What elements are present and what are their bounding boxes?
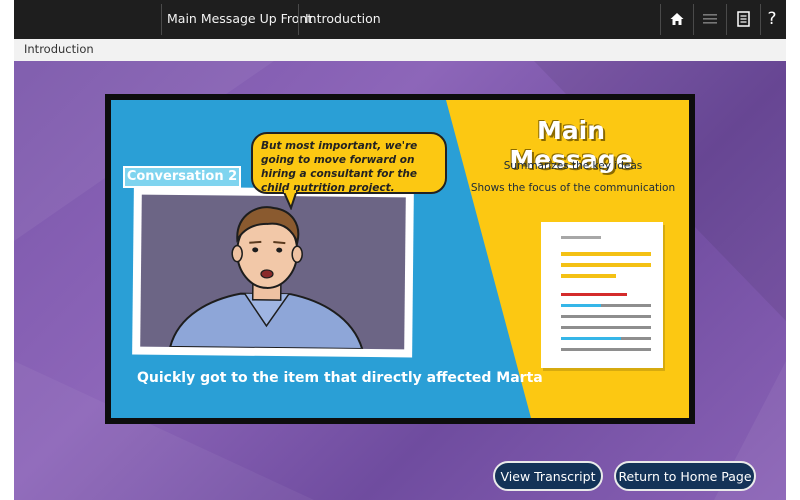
menu-button[interactable]	[696, 6, 724, 32]
main-message-point: Shows the focus of the communication	[470, 182, 676, 194]
document-illustration	[541, 222, 663, 368]
slide-frame: Main Message Summarizes the key ideas Sh…	[105, 94, 695, 424]
speech-bubble-tail	[281, 190, 299, 210]
speech-bubble: But most important, we're going to move …	[251, 132, 447, 194]
character-scene	[140, 194, 406, 350]
slide-caption: Quickly got to the item that directly af…	[137, 370, 543, 386]
page-title: Introduction	[24, 42, 94, 56]
help-icon: ?	[767, 9, 777, 29]
divider	[693, 4, 694, 35]
help-button[interactable]: ?	[758, 6, 786, 32]
divider	[660, 4, 661, 35]
document-lines	[561, 236, 651, 351]
divider	[161, 4, 162, 35]
breadcrumb-module[interactable]: Main Message Up Front	[167, 11, 312, 26]
conversation-label: Conversation 2	[123, 166, 241, 188]
page-title-bar: Introduction	[14, 39, 786, 61]
speaker-illustration	[168, 206, 364, 350]
home-button[interactable]	[663, 6, 691, 32]
breadcrumb-section[interactable]: Introduction	[305, 11, 381, 26]
divider	[726, 4, 727, 35]
divider	[298, 4, 299, 35]
menu-icon	[703, 14, 717, 24]
video-frame	[132, 186, 414, 358]
main-message-point: Summarizes the key ideas	[503, 160, 643, 172]
return-home-button[interactable]: Return to Home Page	[614, 461, 756, 491]
notes-button[interactable]	[729, 6, 757, 32]
view-transcript-button[interactable]: View Transcript	[493, 461, 603, 491]
slide-content: Main Message Summarizes the key ideas Sh…	[111, 100, 689, 418]
notes-icon	[736, 11, 750, 27]
top-navigation-bar: Main Message Up Front Introduction ?	[14, 0, 786, 39]
home-icon	[670, 13, 684, 25]
